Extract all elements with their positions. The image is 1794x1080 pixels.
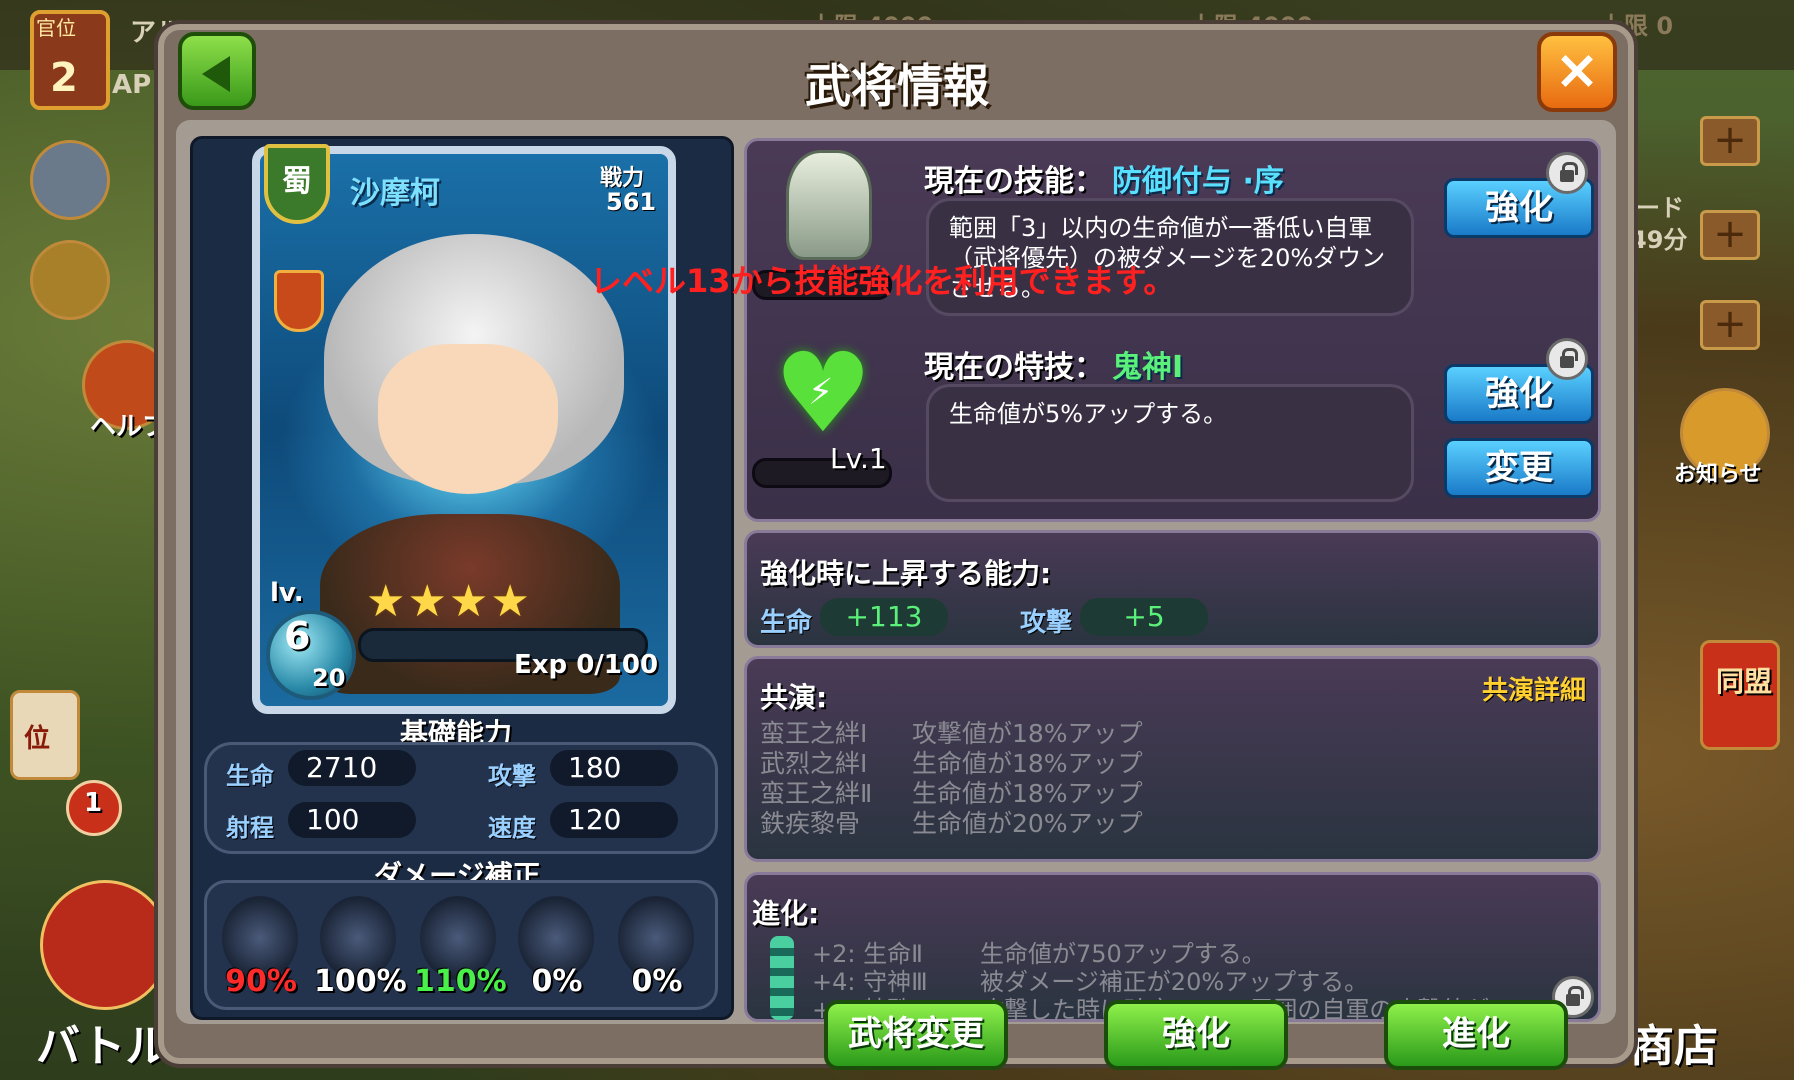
hero-name: 沙摩柯 [350, 176, 440, 211]
special-label: 現在の特技： [924, 350, 1104, 385]
battle-icon[interactable] [40, 880, 170, 1010]
special-name: 鬼神Ⅰ [1112, 350, 1184, 385]
stat-label-attack: 攻撃 [488, 762, 536, 790]
ap-label: AP [112, 70, 152, 100]
dialog-title: 武将情報 [805, 59, 989, 113]
side-mode-label: ード [1636, 194, 1684, 222]
add-resource-2-icon[interactable]: + [1700, 210, 1760, 260]
stat-value-hp: 2710 [288, 750, 416, 786]
damage-value-0: 90% [225, 964, 297, 999]
level-max: 20 [312, 664, 346, 692]
special-change-button[interactable]: 変更 [1444, 438, 1594, 498]
coact-detail-link[interactable]: 共演詳細 [1482, 670, 1586, 707]
dialog-title-bar: 武将情報 [180, 36, 1614, 116]
stat-value-speed: 120 [550, 802, 678, 838]
stat-value-attack: 180 [550, 750, 678, 786]
damage-value-3: 0% [531, 964, 583, 999]
level-label: lv. [270, 578, 304, 608]
back-arrow-icon [202, 56, 230, 92]
rank-value: 2 [50, 55, 78, 101]
faction-shield-icon: 蜀 [264, 144, 330, 224]
level-current: 6 [284, 614, 311, 658]
exp-text: Exp 0/100 [514, 650, 659, 680]
crossed-swords-icon[interactable] [30, 140, 110, 220]
stat-label-speed: 速度 [488, 814, 536, 842]
gain-value-hp: +113 [820, 598, 948, 636]
enhance-button[interactable]: 強化 [1104, 1000, 1288, 1070]
gain-label-attack: 攻撃 [1020, 608, 1073, 638]
alliance-label: 同盟 [1716, 665, 1773, 698]
damage-value-1: 100% [314, 964, 407, 999]
coact-title: 共演: [760, 681, 828, 714]
hero-portrait-face [378, 344, 558, 494]
add-resource-1-icon[interactable]: + [1700, 116, 1760, 166]
special-level: Lv.1 [830, 442, 887, 475]
help-label: ヘルプ [90, 412, 169, 442]
battle-label: バトル [36, 1021, 170, 1072]
close-button[interactable]: × [1537, 32, 1617, 112]
chain-icon [770, 936, 794, 1020]
rank-label: 官位 [36, 16, 76, 40]
stat-value-range: 100 [288, 802, 416, 838]
skill-label: 現在の技能： [924, 164, 1104, 199]
power-value: 561 [606, 188, 657, 216]
coact-name-3: 鉄疾黎骨 [760, 809, 861, 838]
gain-label-hp: 生命 [760, 608, 813, 638]
toast-message: レベル13から技能強化を利用できます。 [590, 262, 1176, 300]
shop-label: 商店 [1630, 1021, 1718, 1072]
special-lock-icon [1546, 338, 1588, 380]
banner-icon[interactable] [30, 240, 110, 320]
star-rating: ★★★★ [366, 576, 532, 627]
damage-value-2: 110% [414, 964, 507, 999]
gain-title: 強化時に上昇する能力: [760, 557, 1052, 590]
notice-label: お知らせ [1674, 462, 1762, 487]
class-badge-icon [274, 270, 324, 332]
stat-label-hp: 生命 [226, 762, 274, 790]
task-badge-count: 1 [84, 788, 103, 818]
skill-lock-icon [1546, 152, 1588, 194]
bell-icon [786, 150, 872, 260]
lightning-icon: ⚡ [808, 372, 834, 413]
add-resource-3-icon[interactable]: + [1700, 300, 1760, 350]
coact-effect-3: 生命値が20%アップ [912, 809, 1143, 838]
special-description: 生命値が5%アップする。 [926, 384, 1414, 502]
stat-label-range: 射程 [226, 814, 274, 842]
gain-value-attack: +5 [1080, 598, 1208, 636]
coact-panel [744, 656, 1601, 862]
faction-label: 蜀 [282, 164, 312, 199]
skill-name: 防御付与 ·序 [1112, 164, 1284, 199]
rank-side-label: 位 [24, 724, 51, 754]
change-hero-button[interactable]: 武将変更 [824, 1000, 1008, 1070]
close-icon: × [1554, 38, 1600, 101]
damage-value-4: 0% [631, 964, 683, 999]
back-button[interactable] [178, 32, 256, 110]
evolve-button[interactable]: 進化 [1384, 1000, 1568, 1070]
evolve-title: 進化: [752, 897, 820, 930]
timer-text: 49分 [1630, 226, 1688, 254]
